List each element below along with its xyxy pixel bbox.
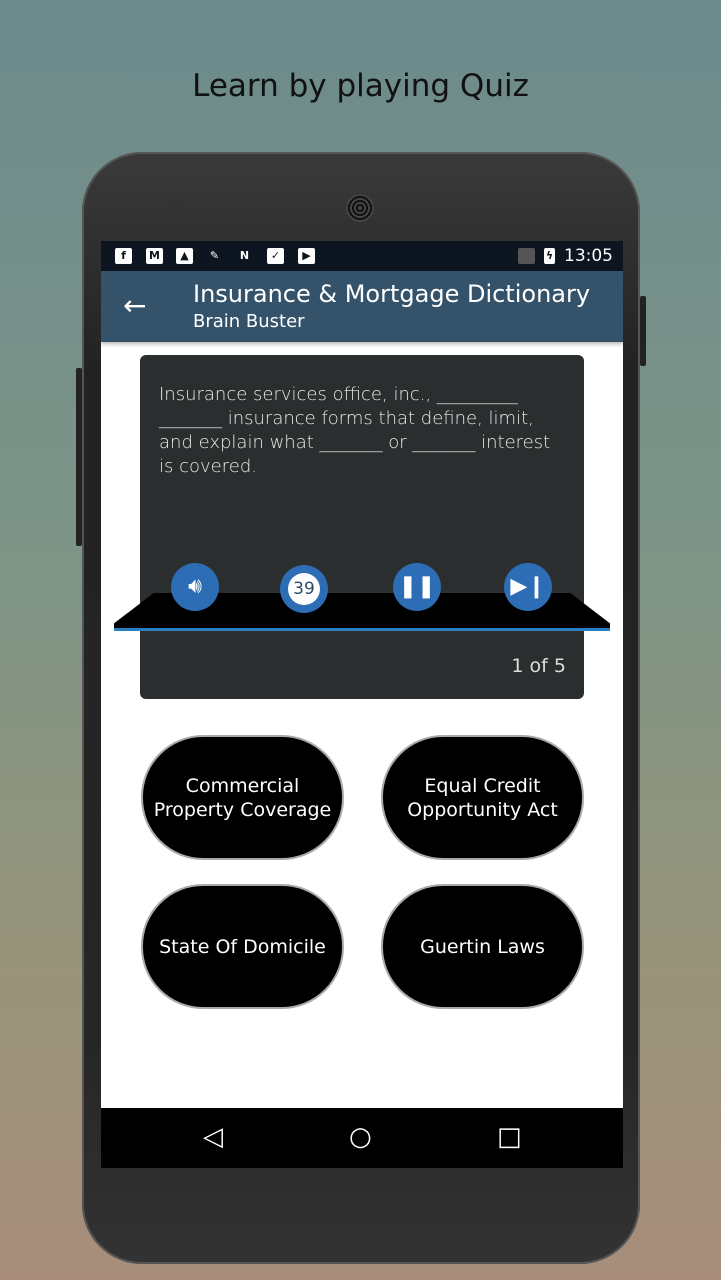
answer-option[interactable]: Equal Credit Opportunity Act	[381, 735, 584, 860]
skip-next-button[interactable]: ▶❙	[504, 563, 552, 611]
stopwatch-timer: 39	[280, 565, 328, 613]
recents-nav-icon[interactable]: □	[497, 1122, 522, 1152]
answer-option[interactable]: Guertin Laws	[381, 884, 584, 1009]
headline: Learn by playing Quiz	[192, 68, 529, 104]
navigation-bar: ◁ ○ □	[101, 1108, 623, 1168]
question-progress: 1 of 5	[511, 655, 566, 677]
status-bar: f M ▲ ✎ N ✓ ▶ ϟ 13:05	[101, 241, 623, 271]
screen: f M ▲ ✎ N ✓ ▶ ϟ 13:05 ← Insurance & Mort…	[101, 241, 623, 1168]
front-camera	[168, 203, 180, 215]
speaker-icon: 🔊︎	[188, 574, 202, 599]
back-nav-icon[interactable]: ◁	[203, 1122, 223, 1152]
arrow-left-icon[interactable]: ←	[123, 289, 146, 322]
clock: 13:05	[564, 246, 613, 266]
app-bar: ← Insurance & Mortgage Dictionary Brain …	[101, 271, 623, 342]
clipboard-check-icon: ✓	[267, 248, 284, 264]
app-title: Insurance & Mortgage Dictionary	[193, 280, 591, 308]
facebook-icon: f	[115, 248, 132, 264]
timer-value: 39	[288, 573, 320, 605]
power-button	[640, 296, 646, 366]
question-text: Insurance services office, inc., _______…	[159, 384, 551, 477]
play-store-icon: ▶	[298, 248, 315, 264]
home-nav-icon[interactable]: ○	[349, 1122, 372, 1152]
no-sim-icon	[518, 248, 535, 264]
answer-option[interactable]: Commercial Property Coverage	[141, 735, 344, 860]
volume-button	[76, 368, 82, 546]
question-card: Insurance services office, inc., _______…	[140, 355, 584, 699]
gmail-icon: M	[146, 248, 163, 264]
pause-button[interactable]: ❚❚	[393, 563, 441, 611]
app-subtitle: Brain Buster	[193, 311, 305, 332]
gallery-icon: ▲	[176, 248, 193, 264]
skip-next-icon: ▶❙	[510, 574, 546, 599]
cleaner-icon: ✎	[209, 249, 220, 262]
pause-icon: ❚❚	[398, 574, 436, 599]
n-app-icon: N	[239, 249, 250, 262]
answer-option[interactable]: State Of Domicile	[141, 884, 344, 1009]
speaker-grille	[346, 194, 374, 222]
speaker-button[interactable]: 🔊︎	[171, 563, 219, 611]
battery-charging-icon: ϟ	[544, 248, 555, 264]
